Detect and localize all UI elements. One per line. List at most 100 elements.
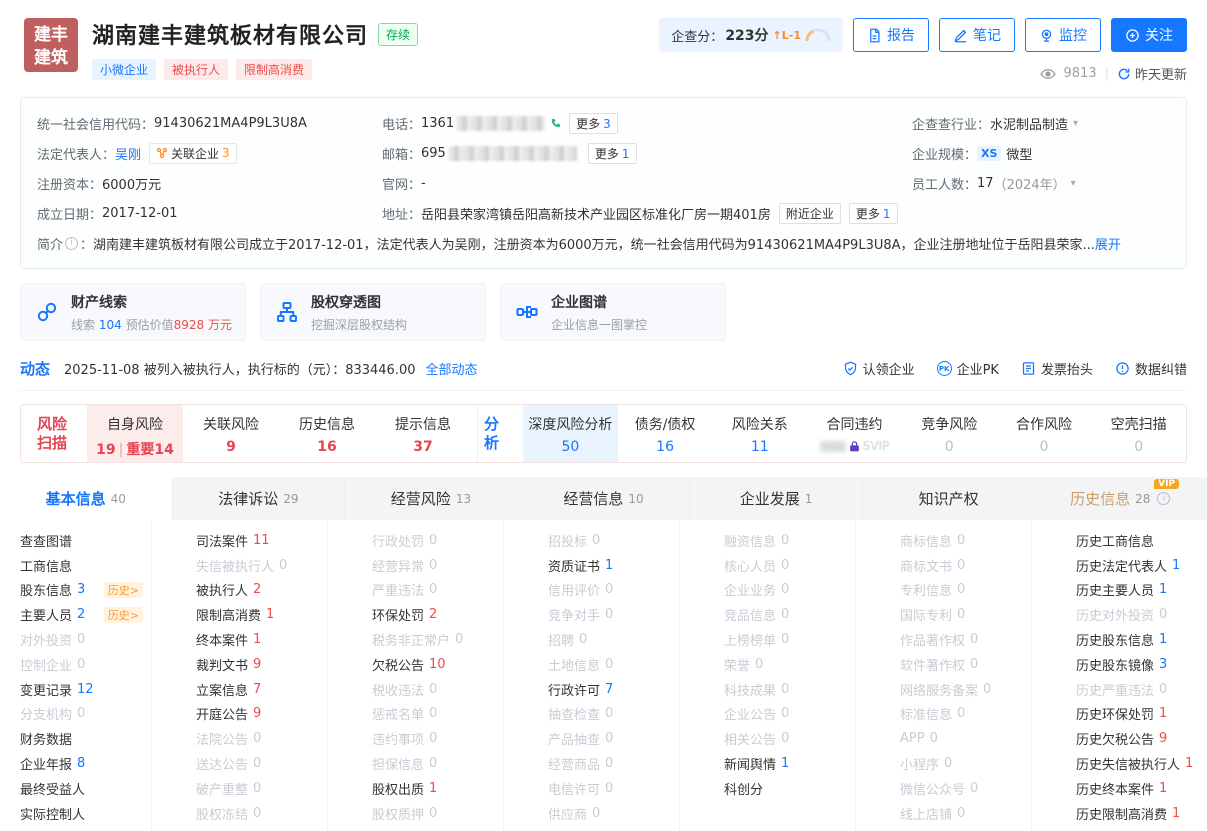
list-item[interactable]: 最终受益人 bbox=[20, 776, 151, 801]
chevron-down-icon[interactable]: ▾ bbox=[1071, 178, 1076, 189]
company-tag[interactable]: 被执行人 bbox=[164, 59, 228, 80]
list-item[interactable]: 主要人员2历史> bbox=[20, 602, 151, 627]
tab-经营风险[interactable]: 经营风险13 bbox=[345, 477, 518, 520]
list-item[interactable]: 历史主要人员1 bbox=[1076, 578, 1207, 603]
analysis-item[interactable]: 竞争风险0 bbox=[902, 405, 997, 462]
list-item-count: 9 bbox=[1159, 731, 1167, 746]
risk-item[interactable]: 历史信息16 bbox=[279, 405, 375, 462]
list-item[interactable]: 历史环保处罚1 bbox=[1076, 702, 1207, 727]
analysis-item-title: 深度风险分析 bbox=[523, 414, 618, 434]
dynamics-action[interactable]: 发票抬头 bbox=[1021, 359, 1093, 378]
risk-item[interactable]: 提示信息37 bbox=[375, 405, 471, 462]
dynamics-action[interactable]: 认领企业 bbox=[843, 359, 915, 378]
report-button[interactable]: 报告 bbox=[853, 18, 929, 52]
phone-more-button[interactable]: 更多3 bbox=[569, 113, 618, 134]
list-item: 产品抽查0 bbox=[548, 726, 679, 751]
score-box[interactable]: 企查分： 223分 ↑L-1 bbox=[659, 18, 843, 52]
list-item[interactable]: 司法案件11 bbox=[196, 528, 327, 553]
list-item[interactable]: 终本案件1 bbox=[196, 627, 327, 652]
list-item-label: 企业业务 bbox=[724, 580, 776, 599]
tab-经营信息[interactable]: 经营信息10 bbox=[518, 477, 691, 520]
tab-历史信息[interactable]: 历史信息28VIPi bbox=[1035, 477, 1207, 520]
tab-企业发展[interactable]: 企业发展1 bbox=[690, 477, 863, 520]
risk-item[interactable]: 关联风险9 bbox=[183, 405, 279, 462]
monitor-button[interactable]: 监控 bbox=[1025, 18, 1101, 52]
company-tag[interactable]: 小微企业 bbox=[92, 59, 156, 80]
list-item-label: 经营商品 bbox=[548, 754, 600, 773]
address-more-button[interactable]: 更多1 bbox=[849, 203, 898, 224]
list-item[interactable]: 历史限制高消费1 bbox=[1076, 801, 1207, 826]
risk-item-count: 19|重要14 bbox=[87, 439, 183, 459]
list-item[interactable]: 历史股东镜像3 bbox=[1076, 652, 1207, 677]
list-item-count: 0 bbox=[930, 731, 938, 746]
list-item[interactable]: 历史法定代表人1 bbox=[1076, 553, 1207, 578]
list-item[interactable]: 股权出质1 bbox=[372, 776, 503, 801]
list-item-count: 0 bbox=[970, 781, 978, 796]
legal-rep-link[interactable]: 吴刚 bbox=[115, 144, 141, 163]
analysis-item[interactable]: 合作风险0 bbox=[997, 405, 1092, 462]
list-item[interactable]: 裁判文书9 bbox=[196, 652, 327, 677]
phone-green-icon bbox=[550, 118, 561, 129]
all-dynamics-link[interactable]: 全部动态 bbox=[426, 359, 478, 378]
list-item[interactable]: 科创分 bbox=[724, 776, 855, 801]
list-item-label: 作品著作权 bbox=[900, 630, 965, 649]
list-item-count: 0 bbox=[592, 533, 600, 548]
list-item[interactable]: 开庭公告9 bbox=[196, 702, 327, 727]
list-item[interactable]: 被执行人2 bbox=[196, 578, 327, 603]
list-item[interactable]: 变更记录12 bbox=[20, 677, 151, 702]
intro-expand-link[interactable]: 展开 bbox=[1095, 234, 1121, 253]
company-tag[interactable]: 限制高消费 bbox=[236, 59, 312, 80]
list-item[interactable]: 新闻舆情1 bbox=[724, 751, 855, 776]
related-companies-button[interactable]: 关联企业 3 bbox=[149, 143, 237, 164]
tab-法律诉讼[interactable]: 法律诉讼29 bbox=[173, 477, 346, 520]
list-item[interactable]: 股东信息3历史> bbox=[20, 578, 151, 603]
list-item[interactable]: 实际控制人 bbox=[20, 801, 151, 826]
list-item-count: 2 bbox=[77, 607, 85, 622]
analysis-item[interactable]: 债务/债权16 bbox=[618, 405, 713, 462]
history-badge[interactable]: 历史> bbox=[104, 582, 143, 598]
analysis-item[interactable]: 合同违约SVIP bbox=[807, 405, 902, 462]
risk-item[interactable]: 自身风险19|重要14 bbox=[87, 405, 183, 462]
risk-scan-panel: 风险扫描 自身风险19|重要14关联风险9历史信息16提示信息37 分析 深度风… bbox=[20, 404, 1187, 463]
tab-基本信息[interactable]: 基本信息40 bbox=[0, 477, 173, 520]
list-item[interactable]: 历史失信被执行人1 bbox=[1076, 751, 1207, 776]
dynamics-action[interactable]: 数据纠错 bbox=[1115, 359, 1187, 378]
tab-知识产权[interactable]: 知识产权 bbox=[863, 477, 1036, 520]
list-item[interactable]: 历史欠税公告9 bbox=[1076, 726, 1207, 751]
analysis-item[interactable]: 深度风险分析50 bbox=[523, 405, 618, 462]
list-item: 客户0 bbox=[548, 826, 679, 831]
list-item[interactable]: 工商信息 bbox=[20, 553, 151, 578]
dynamics-action[interactable]: PK企业PK bbox=[937, 359, 999, 378]
follow-button[interactable]: 关注 bbox=[1111, 18, 1187, 52]
company-graph-desc: 企业信息一图掌控 bbox=[551, 316, 647, 333]
list-item[interactable]: 欠税公告10 bbox=[372, 652, 503, 677]
list-item-count: 3 bbox=[1159, 657, 1167, 672]
nearby-companies-button[interactable]: 附近企业 bbox=[779, 203, 841, 224]
list-item[interactable]: 企业年报8 bbox=[20, 751, 151, 776]
update-refresh[interactable]: 昨天更新 bbox=[1117, 64, 1187, 83]
list-item[interactable]: 历史股东信息1 bbox=[1076, 627, 1207, 652]
analysis-item[interactable]: 空壳扫描0 bbox=[1091, 405, 1186, 462]
equity-chart-card[interactable]: 股权穿透图 挖掘深层股权结构 bbox=[260, 283, 486, 341]
list-item-count: 0 bbox=[970, 632, 978, 647]
list-item[interactable]: 财务数据 bbox=[20, 726, 151, 751]
company-graph-card[interactable]: 企业图谱 企业信息一图掌控 bbox=[500, 283, 726, 341]
history-badge[interactable]: 历史> bbox=[104, 607, 143, 623]
refresh-icon bbox=[1117, 67, 1131, 81]
note-button[interactable]: 笔记 bbox=[939, 18, 1015, 52]
list-item[interactable]: 环保处罚2 bbox=[372, 602, 503, 627]
list-item[interactable]: 限制高消费1 bbox=[196, 602, 327, 627]
list-item: 股权冻结0 bbox=[196, 801, 327, 826]
list-item[interactable]: 资质证书1 bbox=[548, 553, 679, 578]
list-item[interactable]: 历史终本案件1 bbox=[1076, 776, 1207, 801]
list-item[interactable]: 行政许可7 bbox=[548, 677, 679, 702]
email-more-button[interactable]: 更多1 bbox=[588, 143, 637, 164]
list-item-count: 0 bbox=[970, 657, 978, 672]
chevron-down-icon[interactable]: ▾ bbox=[1073, 118, 1078, 129]
list-item[interactable]: 查查图谱 bbox=[20, 528, 151, 553]
list-item[interactable]: 历史被执行人4 bbox=[1076, 826, 1207, 831]
analysis-item[interactable]: 风险关系11 bbox=[712, 405, 807, 462]
list-item[interactable]: 历史工商信息 bbox=[1076, 528, 1207, 553]
asset-clue-card[interactable]: 财产线索 线索 104 预估价值8928 万元 bbox=[20, 283, 246, 341]
list-item[interactable]: 立案信息7 bbox=[196, 677, 327, 702]
